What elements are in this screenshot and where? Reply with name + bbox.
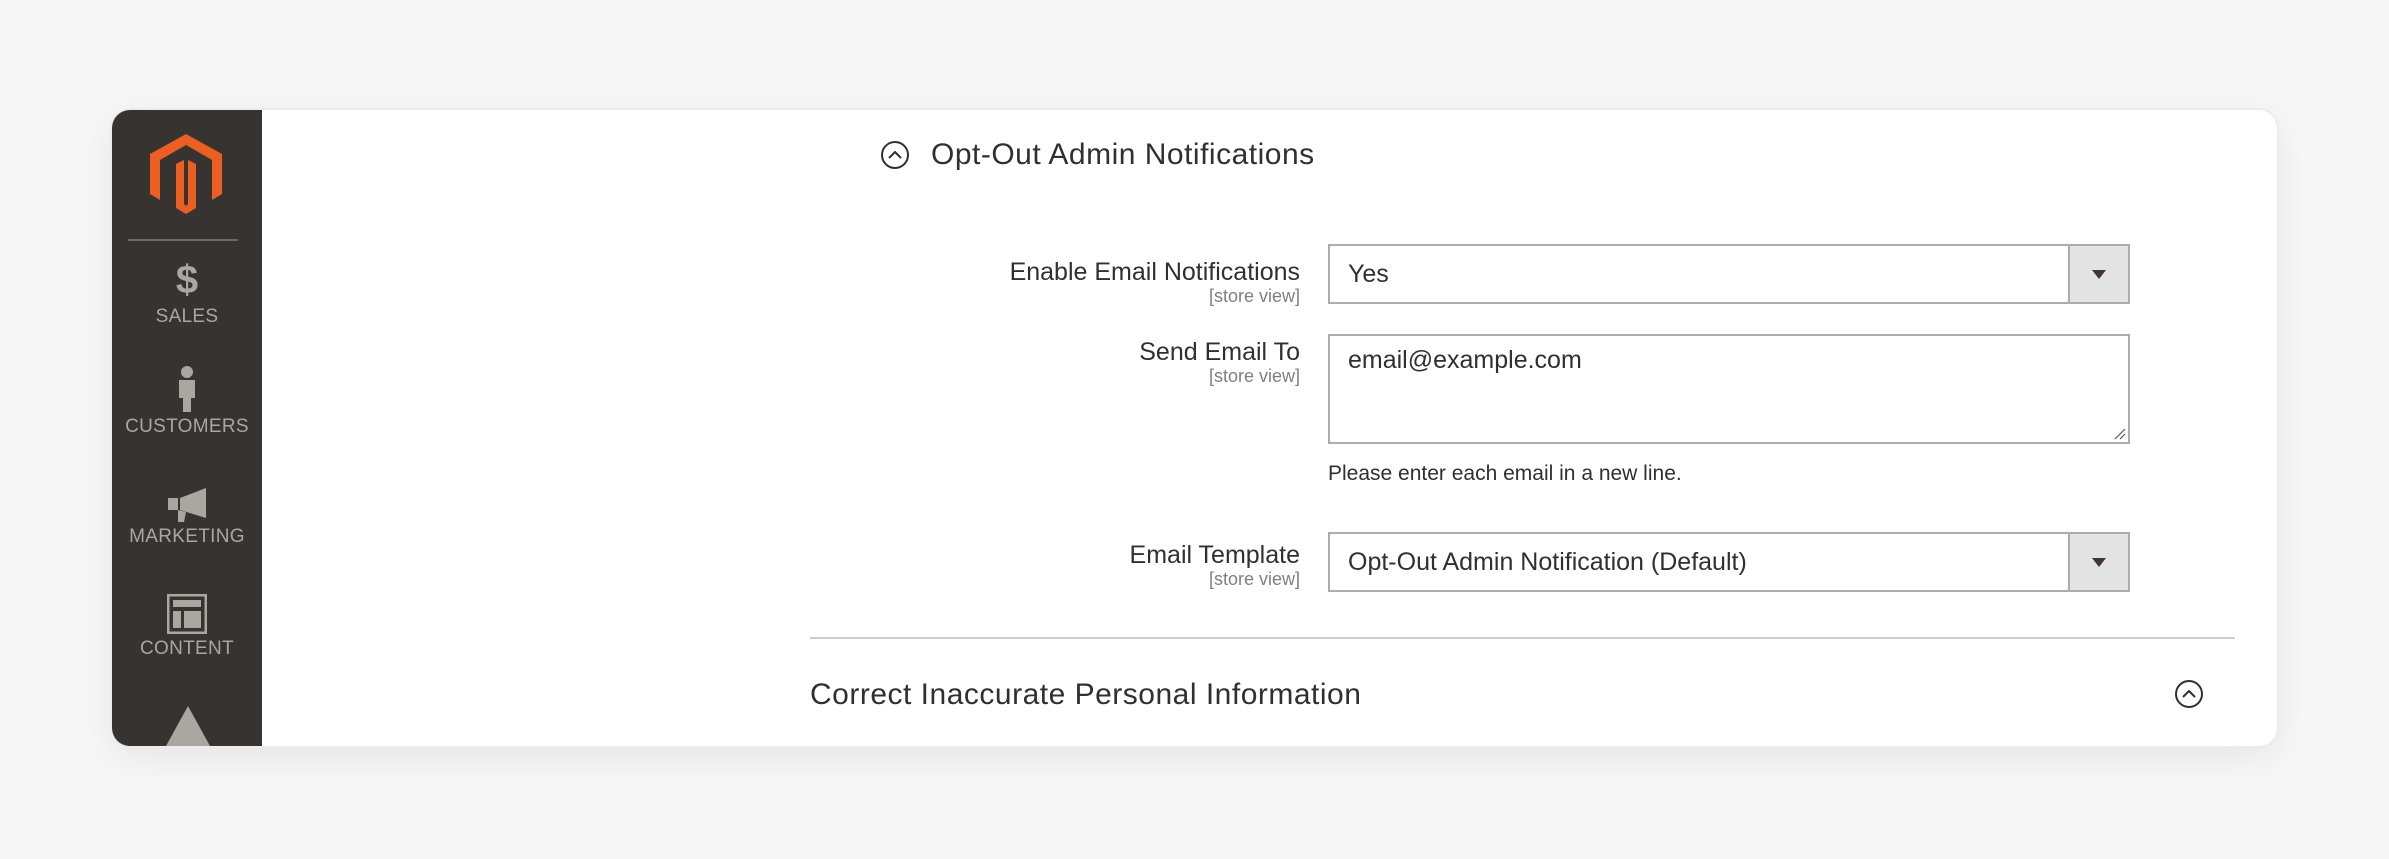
collapse-chevron-icon[interactable] [881, 141, 909, 169]
field-label: Email Template [1129, 541, 1300, 569]
dropdown-button[interactable] [2068, 534, 2128, 590]
sidebar-item-label: CONTENT [140, 638, 234, 659]
textarea-value: email@example.com [1348, 346, 1582, 374]
email-template-select[interactable]: Opt-Out Admin Notification (Default) [1328, 532, 2130, 592]
caret-down-icon [2092, 269, 2106, 279]
sidebar-item-label: MARKETING [129, 526, 245, 547]
resize-grip-icon[interactable] [2112, 426, 2126, 440]
field-label: Send Email To [1139, 338, 1300, 366]
send-email-to-textarea[interactable]: email@example.com [1328, 334, 2130, 444]
section-header-opt-out[interactable]: Opt-Out Admin Notifications [881, 138, 1315, 172]
section-header-correct-info[interactable]: Correct Inaccurate Personal Information [810, 678, 1361, 712]
expand-chevron-icon[interactable] [2175, 680, 2203, 708]
stores-icon [166, 706, 210, 746]
section-title: Opt-Out Admin Notifications [931, 138, 1315, 171]
dollar-icon: $ [175, 258, 199, 302]
field-label: Enable Email Notifications [1009, 258, 1300, 286]
sidebar-item-sales[interactable]: $ SALES [112, 258, 262, 328]
sidebar-item-marketing[interactable]: MARKETING [112, 488, 262, 548]
field-note: Please enter each email in a new line. [1328, 462, 1682, 485]
person-icon [179, 366, 195, 412]
section-divider [810, 637, 2235, 639]
sidebar-item-label: SALES [155, 306, 219, 327]
admin-sidebar: $ SALES CUSTOMERS MARKETING CONTENT [112, 110, 262, 746]
dropdown-button[interactable] [2068, 246, 2128, 302]
layout-icon [167, 594, 207, 634]
magento-logo-icon[interactable] [150, 134, 222, 214]
sidebar-item-customers[interactable]: CUSTOMERS [112, 366, 262, 438]
scope-label: [store view] [1208, 569, 1300, 589]
select-value: Opt-Out Admin Notification (Default) [1348, 548, 1747, 576]
megaphone-icon [168, 488, 206, 522]
sidebar-item-stores[interactable] [112, 706, 262, 746]
sidebar-item-content[interactable]: CONTENT [112, 594, 262, 660]
caret-down-icon [2092, 557, 2106, 567]
config-main: Opt-Out Admin Notifications Enable Email… [262, 110, 2277, 746]
sidebar-item-label: CUSTOMERS [125, 416, 249, 437]
select-value: Yes [1348, 260, 1389, 288]
enable-email-notifications-select[interactable]: Yes [1328, 244, 2130, 304]
scope-label: [store view] [1208, 286, 1300, 306]
admin-window: $ SALES CUSTOMERS MARKETING CONTENT Opt-… [112, 110, 2277, 746]
sidebar-divider [128, 239, 238, 241]
scope-label: [store view] [1208, 366, 1300, 386]
